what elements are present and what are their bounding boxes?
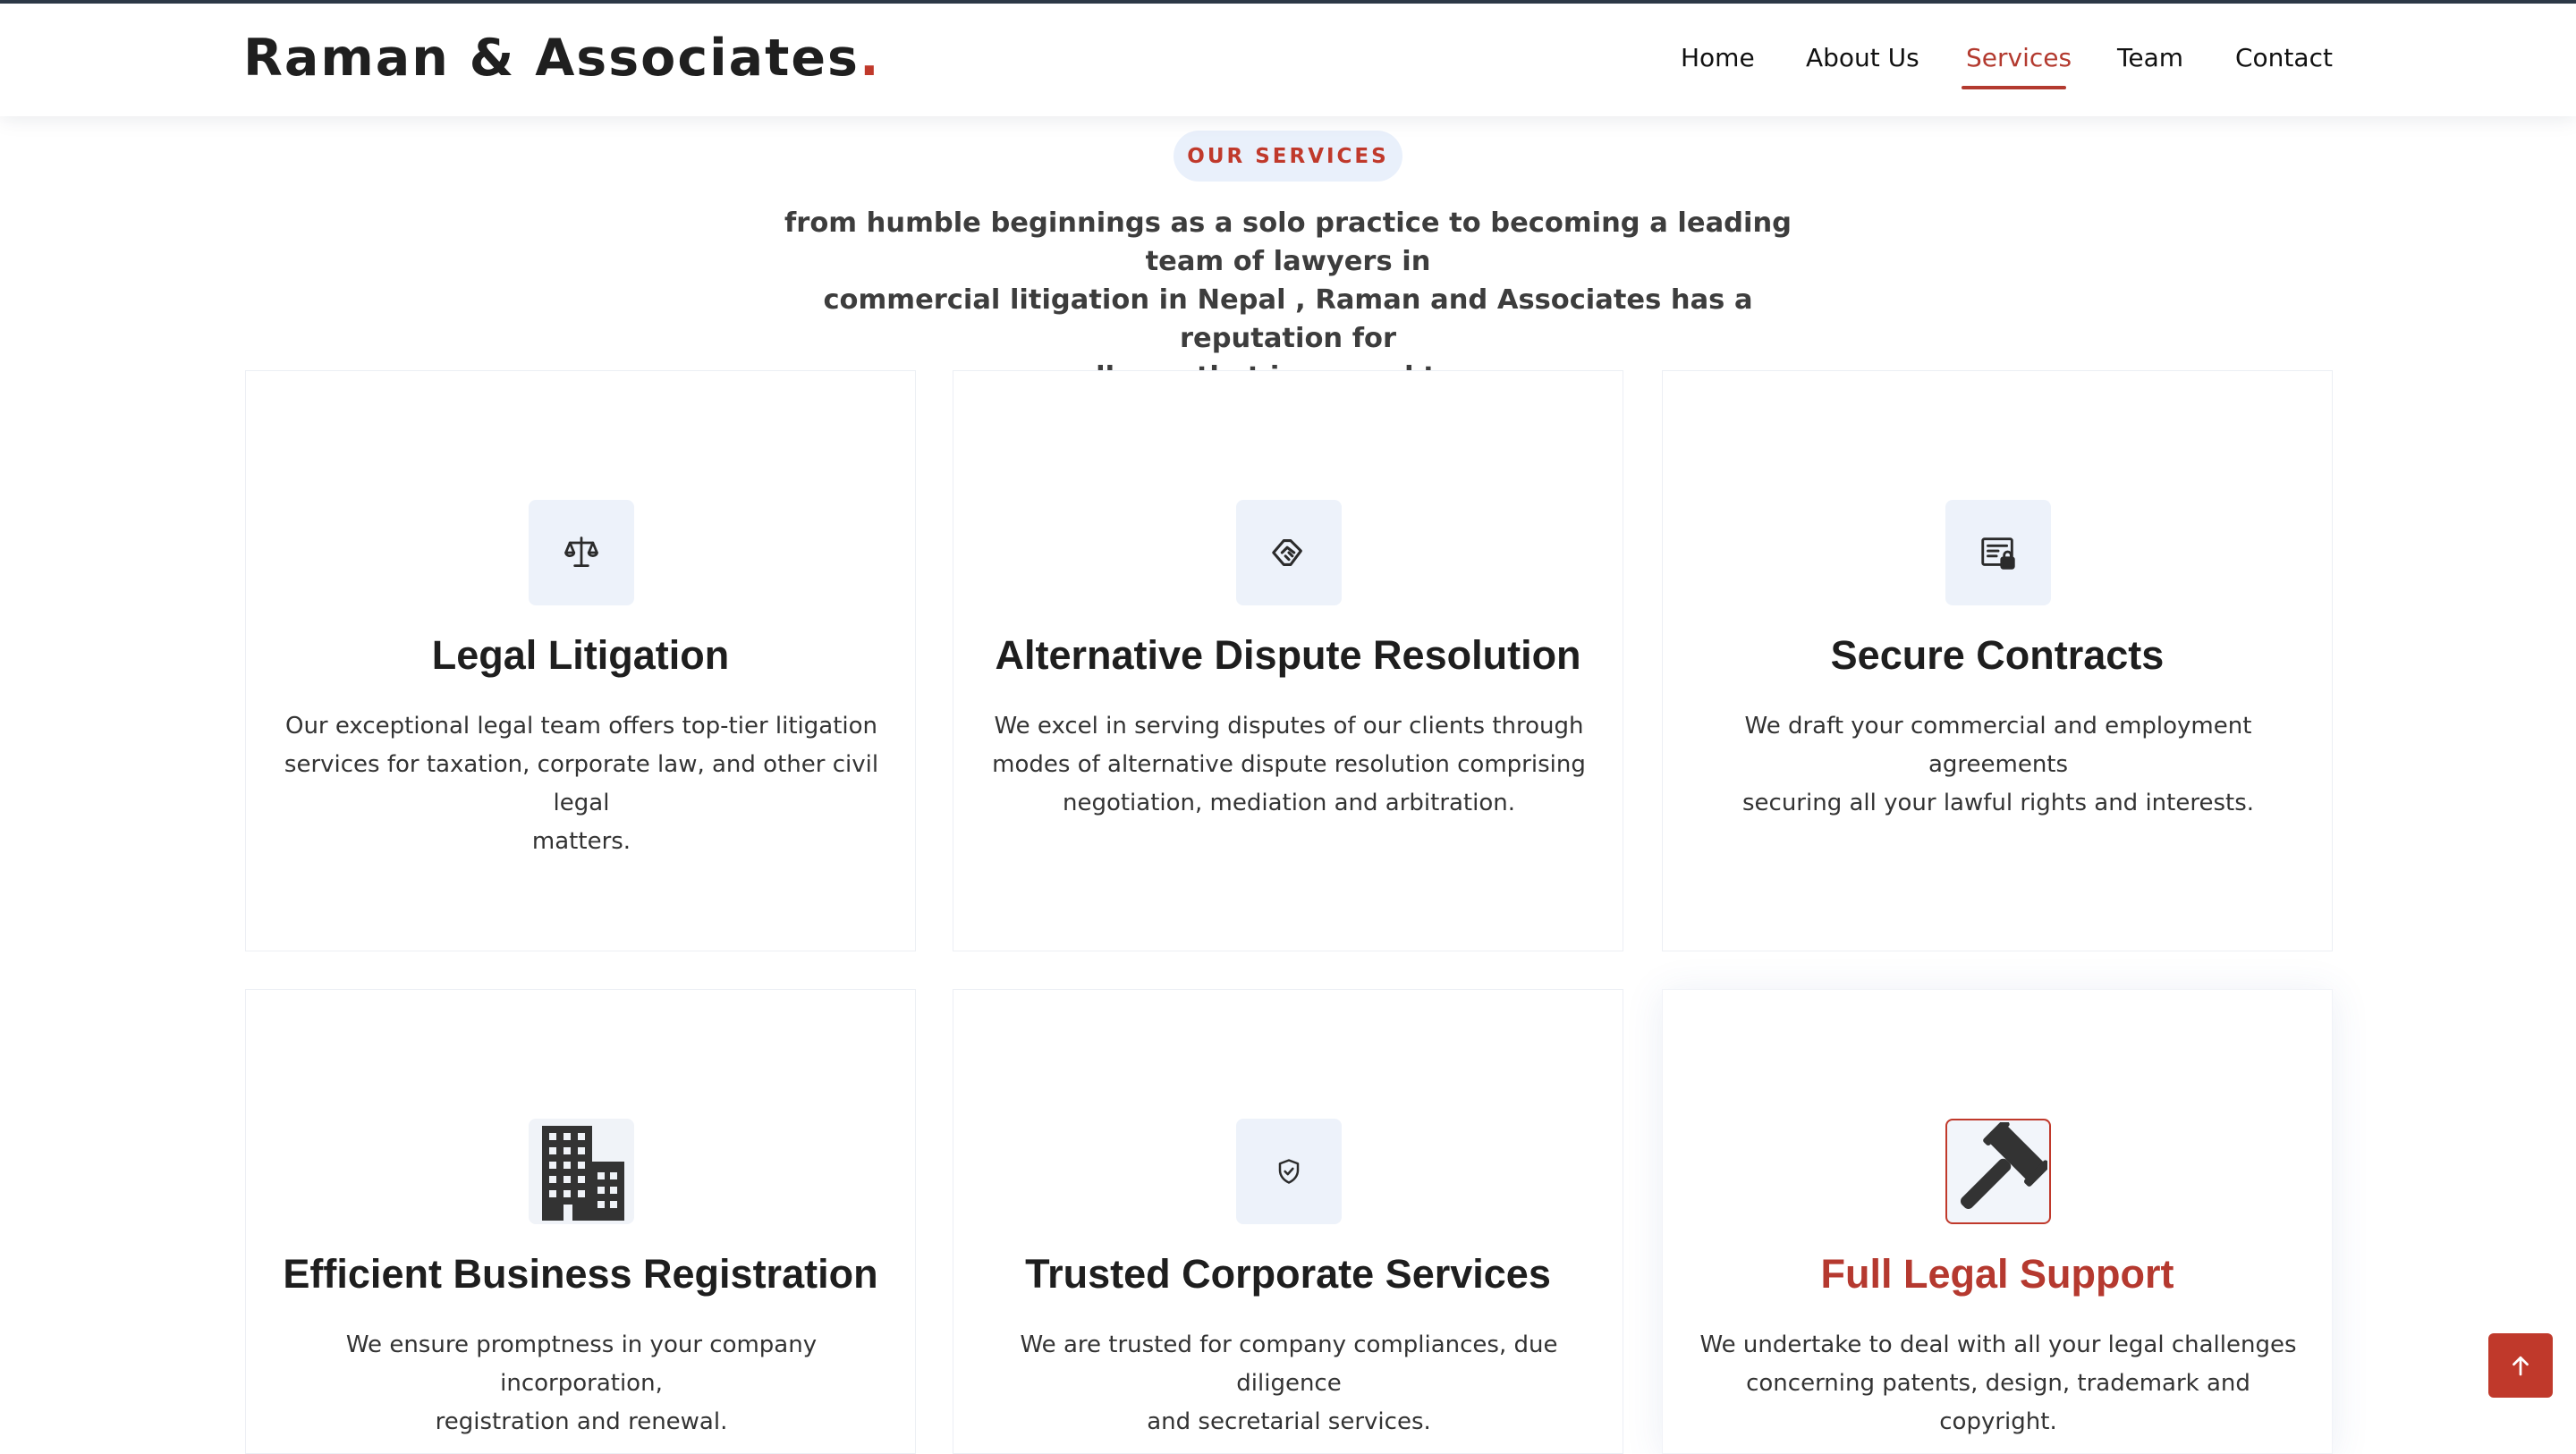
service-description: We draft your commercial and employment … xyxy=(1699,707,2298,823)
description-line: services for taxation, corporate law, an… xyxy=(284,751,879,816)
document-lock-icon xyxy=(1981,537,2015,570)
section-intro: from humble beginnings as a solo practic… xyxy=(751,204,1825,396)
service-title: Legal Litigation xyxy=(431,632,730,678)
arrow-up-icon xyxy=(2512,1356,2529,1376)
description-line: We ensure promptness in your company inc… xyxy=(345,1331,818,1397)
service-icon-box xyxy=(1236,1119,1342,1224)
description-line: Our exceptional legal team offers top-ti… xyxy=(284,713,878,740)
service-card-efficient-business-registration[interactable]: Efficient Business Registration We ensur… xyxy=(245,989,916,1454)
active-nav-indicator xyxy=(1962,86,2066,89)
description-line: registration and renewal. xyxy=(435,1408,728,1435)
description-line: matters. xyxy=(531,828,631,855)
description-line: modes of alternative dispute resolution … xyxy=(992,751,1586,778)
scales-icon xyxy=(564,537,598,568)
service-title: Secure Contracts xyxy=(1830,632,2165,678)
gavel-icon xyxy=(1960,1122,2047,1210)
intro-line: commercial litigation in Nepal , Raman a… xyxy=(823,284,1753,354)
site-header: Raman & Associates. Home About Us Servic… xyxy=(0,4,2576,116)
service-title: Alternative Dispute Resolution xyxy=(995,632,1581,678)
description-line: securing all your lawful rights and inte… xyxy=(1741,790,2255,816)
description-line: and secretarial services. xyxy=(1147,1408,1431,1435)
description-line: negotiation, mediation and arbitration. xyxy=(1062,790,1516,816)
service-card-trusted-corporate-services[interactable]: Trusted Corporate Services We are truste… xyxy=(953,989,1623,1454)
service-card-full-legal-support[interactable]: Full Legal Support We undertake to deal … xyxy=(1662,989,2333,1454)
service-card-secure-contracts[interactable]: Secure Contracts We draft your commercia… xyxy=(1662,370,2333,951)
handshake-icon xyxy=(1272,539,1302,566)
service-title: Full Legal Support xyxy=(1820,1251,2174,1297)
section-eyebrow: OUR SERVICES xyxy=(1174,131,1402,182)
service-icon-box xyxy=(1236,500,1342,605)
main-nav: Home About Us Services Team Contact xyxy=(0,43,2576,97)
nav-services[interactable]: Services xyxy=(1966,43,2072,72)
nav-team[interactable]: Team xyxy=(2117,43,2183,72)
service-description: We ensure promptness in your company inc… xyxy=(282,1326,881,1441)
service-title: Efficient Business Registration xyxy=(283,1251,878,1297)
service-title: Trusted Corporate Services xyxy=(1025,1251,1551,1297)
service-icon-box xyxy=(529,500,634,605)
service-icon-box xyxy=(1945,500,2051,605)
description-line: We are trusted for company compliances, … xyxy=(1020,1331,1558,1397)
service-card-alternative-dispute-resolution[interactable]: Alternative Dispute Resolution We excel … xyxy=(953,370,1623,951)
description-line: We undertake to deal with all your legal… xyxy=(1699,1331,2297,1358)
description-line: We draft your commercial and employment … xyxy=(1744,713,2252,778)
service-description: We excel in serving disputes of our clie… xyxy=(989,707,1589,823)
description-line: concerning patents, design, trademark an… xyxy=(1746,1370,2250,1435)
service-card-legal-litigation[interactable]: Legal Litigation Our exceptional legal t… xyxy=(245,370,916,951)
nav-contact[interactable]: Contact xyxy=(2235,43,2333,72)
nav-about-us[interactable]: About Us xyxy=(1806,43,1919,72)
service-description: Our exceptional legal team offers top-ti… xyxy=(282,707,881,861)
nav-home[interactable]: Home xyxy=(1681,43,1755,72)
back-to-top-button[interactable] xyxy=(2488,1333,2553,1398)
service-icon-box xyxy=(529,1119,634,1224)
intro-line: from humble beginnings as a solo practic… xyxy=(784,207,1792,277)
shield-check-icon xyxy=(1278,1159,1300,1184)
service-description: We are trusted for company compliances, … xyxy=(989,1326,1589,1441)
service-icon-box xyxy=(1945,1119,2051,1224)
service-description: We undertake to deal with all your legal… xyxy=(1699,1326,2298,1441)
description-line: We excel in serving disputes of our clie… xyxy=(994,713,1584,740)
building-icon xyxy=(542,1126,624,1221)
